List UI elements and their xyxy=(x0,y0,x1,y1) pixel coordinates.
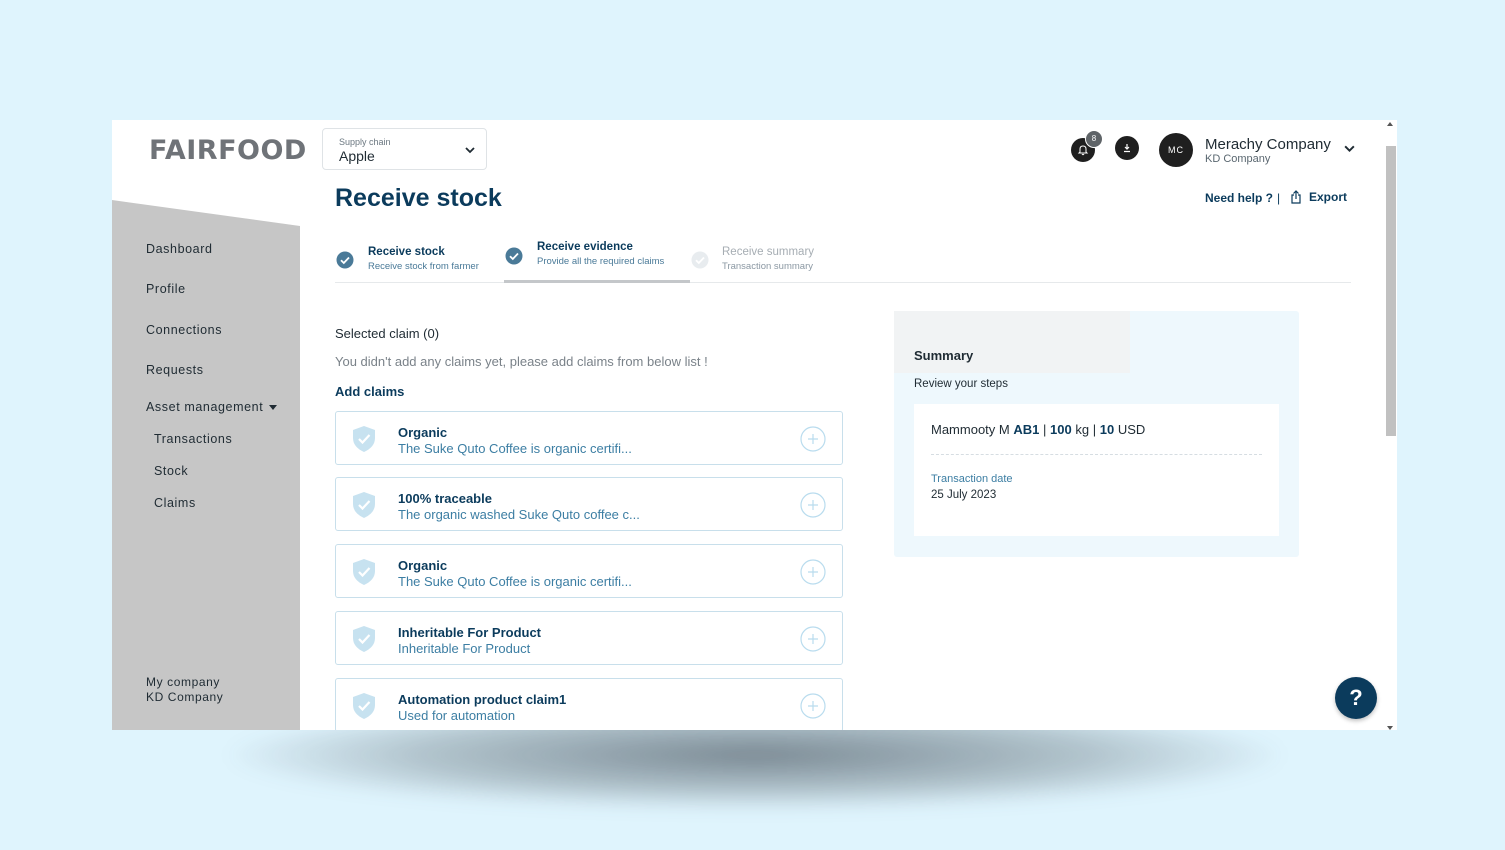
claim-title: 100% traceable xyxy=(398,491,492,506)
page-title: Receive stock xyxy=(335,184,502,212)
separator: | xyxy=(1092,422,1097,437)
step-title: Receive summary xyxy=(722,246,815,258)
claim-title: Organic xyxy=(398,425,448,440)
app-window: FAIRFOOD Dashboard Profile Connections R… xyxy=(112,120,1397,730)
summary-subtitle: Review your steps xyxy=(914,378,1008,390)
plus-circle-icon[interactable] xyxy=(800,693,826,719)
summary-price: 10 xyxy=(1099,422,1115,437)
summary-card: Mammooty M AB1 | 100 kg | 10 USD Transac… xyxy=(914,404,1279,536)
export-label: Export xyxy=(1309,190,1348,204)
download-button[interactable] xyxy=(1115,136,1139,160)
fairfood-logo[interactable]: FAIRFOOD xyxy=(149,135,307,166)
notification-badge: 8 xyxy=(1085,130,1103,148)
summary-farmer-id: AB1 xyxy=(1013,422,1040,437)
claim-card[interactable]: Organic The Suke Quto Coffee is organic … xyxy=(335,544,843,598)
separator: | xyxy=(1277,191,1281,205)
my-company-value: KD Company xyxy=(146,690,224,704)
sidebar-item-profile[interactable]: Profile xyxy=(146,282,186,296)
summary-transaction-line: Mammooty M AB1 | 100 kg | 10 USD xyxy=(931,422,1145,437)
supply-chain-value: Apple xyxy=(339,148,375,164)
sidebar-item-claims[interactable]: Claims xyxy=(154,496,196,510)
step-subtitle: Receive stock from farmer xyxy=(368,261,479,272)
chevron-down-icon xyxy=(465,147,475,154)
step-title: Receive stock xyxy=(368,246,445,258)
claim-card[interactable]: Organic The Suke Quto Coffee is organic … xyxy=(335,411,843,465)
summary-tab xyxy=(894,311,1130,373)
download-icon xyxy=(1124,144,1130,153)
avatar[interactable]: MC xyxy=(1159,133,1193,167)
sidebar-item-label: Asset management xyxy=(146,400,264,414)
summary-title: Summary xyxy=(914,348,974,363)
summary-currency: USD xyxy=(1117,422,1146,437)
empty-claims-message: You didn't add any claims yet, please ad… xyxy=(335,354,708,369)
plus-circle-icon[interactable] xyxy=(800,559,826,585)
separator: | xyxy=(1043,422,1047,437)
check-circle-icon xyxy=(336,251,354,269)
check-circle-icon xyxy=(691,251,709,269)
step-receive-stock[interactable]: Receive stock Receive stock from farmer xyxy=(368,246,479,272)
selected-claim-heading: Selected claim (0) xyxy=(335,326,440,341)
claim-description: Inheritable For Product xyxy=(398,641,531,656)
claim-description: The Suke Quto Coffee is organic certifi.… xyxy=(398,441,632,456)
my-company-label: My company xyxy=(146,675,221,689)
transaction-date-value: 25 July 2023 xyxy=(931,489,997,501)
claim-card[interactable]: 100% traceable The organic washed Suke Q… xyxy=(335,477,843,531)
claim-title: Organic xyxy=(398,558,448,573)
user-company: KD Company xyxy=(1205,153,1271,165)
summary-unit: kg xyxy=(1075,422,1090,437)
summary-farmer: Mammooty M xyxy=(931,422,1010,437)
export-button[interactable]: Export xyxy=(1289,190,1347,204)
sidebar-item-connections[interactable]: Connections xyxy=(146,323,222,337)
claim-title: Inheritable For Product xyxy=(398,625,542,640)
need-help-link[interactable]: Need help ? xyxy=(1205,191,1273,205)
check-circle-icon xyxy=(505,247,523,265)
scroll-up-arrow-icon[interactable] xyxy=(1387,122,1393,126)
plus-circle-icon[interactable] xyxy=(800,492,826,518)
stepper-divider xyxy=(335,282,1351,283)
step-receive-evidence[interactable]: Receive evidence Provide all the require… xyxy=(537,241,664,267)
plus-circle-icon[interactable] xyxy=(800,426,826,452)
shield-check-icon xyxy=(353,693,375,719)
supply-chain-label: Supply chain xyxy=(339,137,391,147)
sidebar-item-transactions[interactable]: Transactions xyxy=(154,432,232,446)
summary-quantity: 100 xyxy=(1050,422,1072,437)
sidebar-item-dashboard[interactable]: Dashboard xyxy=(146,242,213,256)
caret-down-icon xyxy=(269,405,278,411)
claim-card[interactable]: Inheritable For Product Inheritable For … xyxy=(335,611,843,665)
add-claims-heading: Add claims xyxy=(335,384,405,399)
chevron-down-icon[interactable] xyxy=(1343,142,1356,155)
plus-circle-icon[interactable] xyxy=(800,626,826,652)
summary-panel: Summary Review your steps Mammooty M AB1… xyxy=(894,311,1299,557)
sidebar-item-requests[interactable]: Requests xyxy=(146,363,204,377)
shield-check-icon xyxy=(353,559,375,585)
step-subtitle: Transaction summary xyxy=(722,261,813,272)
stepper-active-indicator xyxy=(504,280,690,283)
claim-card[interactable]: Automation product claim1 Used for autom… xyxy=(335,678,843,730)
claim-description: The Suke Quto Coffee is organic certifi.… xyxy=(398,574,632,589)
my-company-block[interactable]: My company KD Company xyxy=(146,675,223,705)
sidebar-item-asset-management[interactable]: Asset management xyxy=(146,400,278,414)
shield-check-icon xyxy=(353,426,375,452)
scrollbar-thumb[interactable] xyxy=(1386,146,1396,436)
supply-chain-select[interactable]: Supply chain Apple xyxy=(322,128,487,170)
sidebar-background xyxy=(112,200,300,730)
transaction-date-label: Transaction date xyxy=(931,473,1013,485)
help-fab-button[interactable]: ? xyxy=(1335,677,1377,719)
shield-check-icon xyxy=(353,626,375,652)
shield-check-icon xyxy=(353,492,375,518)
step-receive-summary[interactable]: Receive summary Transaction summary xyxy=(722,246,814,272)
claim-title: Automation product claim1 xyxy=(398,692,567,707)
sidebar-item-stock[interactable]: Stock xyxy=(154,464,188,478)
share-icon xyxy=(1291,190,1301,204)
scroll-down-arrow-icon[interactable] xyxy=(1387,726,1393,730)
claim-description: The organic washed Suke Quto coffee c... xyxy=(398,507,640,522)
claim-description: Used for automation xyxy=(398,708,516,723)
divider xyxy=(931,454,1262,455)
user-name[interactable]: Merachy Company xyxy=(1205,136,1331,153)
step-subtitle: Provide all the required claims xyxy=(537,256,665,267)
step-title: Receive evidence xyxy=(537,241,633,253)
